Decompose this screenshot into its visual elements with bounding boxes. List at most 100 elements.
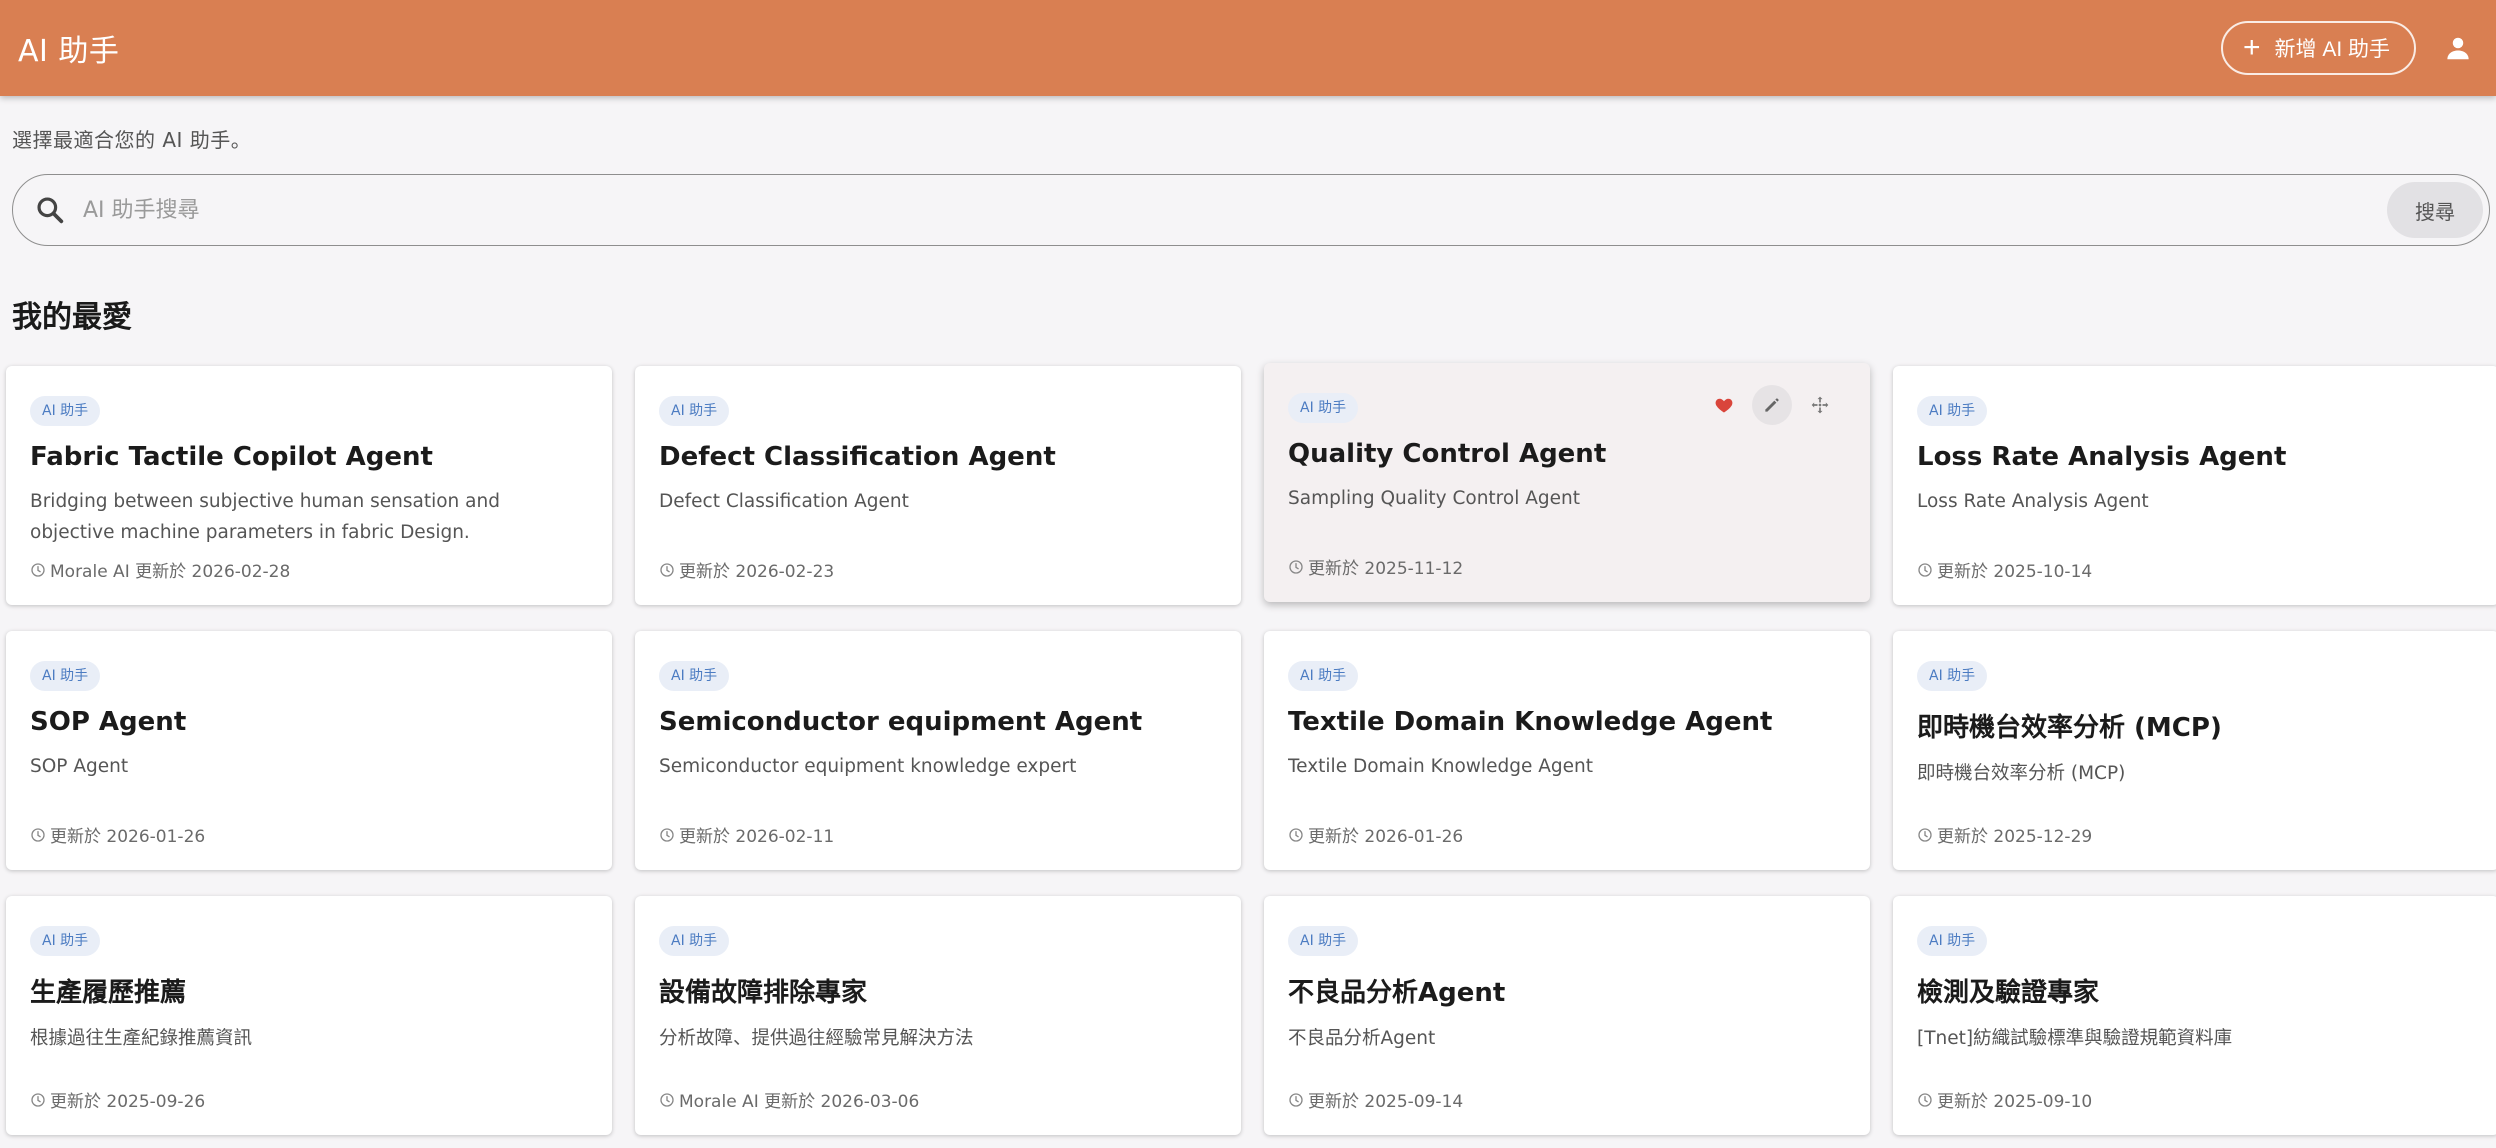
search-input[interactable] — [81, 196, 2387, 224]
agent-card-updated: Morale AI 更新於 2026-02-28 — [30, 557, 290, 582]
clock-icon — [30, 1092, 46, 1108]
clock-icon — [659, 827, 675, 843]
agent-card-actions — [1704, 385, 1840, 425]
agent-card[interactable]: AI 助手 Fabric Tactile Copilot Agent Bridg… — [6, 366, 612, 605]
agent-card-updated: 更新於 2025-09-14 — [1288, 1087, 1463, 1112]
agent-card[interactable]: AI 助手 設備故障排除專家 分析故障、提供過往經驗常見解決方法 Morale … — [635, 896, 1241, 1135]
agent-card-updated-text: 更新於 2025-09-26 — [50, 1092, 206, 1112]
agent-card-updated-text: 更新於 2026-02-23 — [679, 562, 835, 582]
app-header: AI 助手 + 新增 AI 助手 — [0, 0, 2496, 96]
plus-icon: + — [2242, 31, 2261, 64]
agent-card-updated-text: 更新於 2026-01-26 — [1308, 827, 1464, 847]
clock-icon — [1288, 559, 1304, 575]
agent-card-description: 根據過往生產紀錄推薦資訊 — [30, 1028, 253, 1049]
page-subtitle: 選擇最適合您的 AI 助手。 — [12, 128, 252, 152]
agent-card-title: Quality Control Agent — [1288, 439, 1607, 469]
agent-type-tag: AI 助手 — [1917, 396, 1988, 426]
agent-card-title: 設備故障排除專家 — [659, 978, 868, 1008]
clock-icon — [30, 827, 46, 843]
clock-icon — [1288, 827, 1304, 843]
agent-card-updated-text: 更新於 2025-10-14 — [1937, 562, 2093, 582]
agent-card-description: 分析故障、提供過往經驗常見解決方法 — [659, 1028, 974, 1049]
agent-type-tag: AI 助手 — [659, 926, 730, 956]
clock-icon — [659, 1092, 675, 1108]
favorites-section-title: 我的最愛 — [12, 300, 132, 335]
search-bar: 搜尋 — [12, 174, 2490, 246]
agent-card-title: Defect Classification Agent — [659, 442, 1056, 472]
agent-card-description: Textile Domain Knowledge Agent — [1288, 756, 1593, 777]
search-button[interactable]: 搜尋 — [2387, 182, 2483, 238]
agent-card[interactable]: AI 助手 Semiconductor equipment Agent Semi… — [635, 631, 1241, 870]
agent-card[interactable]: AI 助手 Defect Classification Agent Defect… — [635, 366, 1241, 605]
agent-card-updated-text: Morale AI 更新於 2026-03-06 — [679, 1092, 920, 1112]
agent-card[interactable]: AI 助手 Textile Domain Knowledge Agent Tex… — [1264, 631, 1870, 870]
agent-card-updated: 更新於 2025-10-14 — [1917, 557, 2092, 582]
clock-icon — [1288, 1092, 1304, 1108]
agent-type-tag: AI 助手 — [1917, 661, 1988, 691]
agent-card-description: Loss Rate Analysis Agent — [1917, 491, 2149, 512]
favorites-card-grid: AI 助手 Fabric Tactile Copilot Agent Bridg… — [6, 363, 2496, 1135]
agent-card-title: 檢測及驗證專家 — [1917, 978, 2100, 1008]
agent-card-title: Semiconductor equipment Agent — [659, 707, 1143, 737]
agent-card-title: SOP Agent — [30, 707, 187, 737]
clock-icon — [1917, 562, 1933, 578]
user-account-icon[interactable] — [2438, 28, 2478, 68]
edit-pencil-icon[interactable] — [1752, 385, 1792, 425]
agent-card[interactable]: AI 助手 SOP Agent SOP Agent 更新於 2026-01-26 — [6, 631, 612, 870]
agent-card-updated: 更新於 2025-11-12 — [1288, 554, 1463, 579]
agent-card-description: Defect Classification Agent — [659, 491, 909, 512]
clock-icon — [1917, 827, 1933, 843]
agent-card-updated-text: Morale AI 更新於 2026-02-28 — [50, 562, 291, 582]
agent-card-updated-text: 更新於 2025-09-14 — [1308, 1092, 1464, 1112]
agent-card-updated: 更新於 2025-09-26 — [30, 1087, 205, 1112]
agent-card-updated: Morale AI 更新於 2026-03-06 — [659, 1087, 919, 1112]
add-button-label: 新增 AI 助手 — [2274, 38, 2390, 61]
agent-card[interactable]: AI 助手 生產履歷推薦 根據過往生產紀錄推薦資訊 更新於 2025-09-26 — [6, 896, 612, 1135]
app-title: AI 助手 — [18, 34, 120, 69]
agent-card-description: [Tnet]紡織試驗標準與驗證規範資料庫 — [1917, 1028, 2233, 1049]
agent-card-updated-text: 更新於 2026-02-11 — [679, 827, 835, 847]
agent-card-updated: 更新於 2026-02-11 — [659, 822, 834, 847]
agent-card[interactable]: AI 助手 Loss Rate Analysis Agent Loss Rate… — [1893, 366, 2496, 605]
add-ai-assistant-button[interactable]: + 新增 AI 助手 — [2220, 21, 2416, 75]
agent-card-title: 不良品分析Agent — [1288, 978, 1506, 1008]
agent-card-updated-text: 更新於 2026-01-26 — [50, 827, 206, 847]
agent-card-title: Fabric Tactile Copilot Agent — [30, 442, 433, 472]
agent-card-updated: 更新於 2026-01-26 — [30, 822, 205, 847]
agent-card-updated: 更新於 2026-01-26 — [1288, 822, 1463, 847]
agent-card[interactable]: AI 助手 不良品分析Agent 不良品分析Agent 更新於 2025-09-… — [1264, 896, 1870, 1135]
agent-card[interactable]: AI 助手 即時機台效率分析 (MCP) 即時機台效率分析 (MCP) 更新於 … — [1893, 631, 2496, 870]
agent-card-updated-text: 更新於 2025-09-10 — [1937, 1092, 2093, 1112]
agent-card-updated: 更新於 2025-12-29 — [1917, 822, 2092, 847]
search-icon — [33, 193, 67, 227]
agent-card-title: Loss Rate Analysis Agent — [1917, 442, 2287, 472]
agent-card-description: 不良品分析Agent — [1288, 1028, 1436, 1049]
clock-icon — [1917, 1092, 1933, 1108]
agent-card-updated: 更新於 2025-09-10 — [1917, 1087, 2092, 1112]
drag-move-icon[interactable] — [1800, 385, 1840, 425]
agent-card-description: SOP Agent — [30, 756, 129, 777]
agent-card-description: Bridging between subjective human sensat… — [30, 491, 500, 543]
clock-icon — [659, 562, 675, 578]
agent-type-tag: AI 助手 — [30, 926, 101, 956]
agent-type-tag: AI 助手 — [1288, 661, 1359, 691]
agent-type-tag: AI 助手 — [659, 661, 730, 691]
agent-card-title: 生產履歷推薦 — [30, 978, 187, 1008]
agent-type-tag: AI 助手 — [1917, 926, 1988, 956]
agent-type-tag: AI 助手 — [1288, 926, 1359, 956]
agent-card[interactable]: AI 助手 Quality Control Agent Sampling Qua… — [1264, 363, 1870, 602]
agent-card-description: 即時機台效率分析 (MCP) — [1917, 763, 2126, 784]
agent-type-tag: AI 助手 — [1288, 393, 1359, 423]
agent-type-tag: AI 助手 — [659, 396, 730, 426]
agent-card[interactable]: AI 助手 檢測及驗證專家 [Tnet]紡織試驗標準與驗證規範資料庫 更新於 2… — [1893, 896, 2496, 1135]
agent-type-tag: AI 助手 — [30, 396, 101, 426]
agent-card-updated: 更新於 2026-02-23 — [659, 557, 834, 582]
favorite-heart-icon[interactable] — [1704, 385, 1744, 425]
agent-card-updated-text: 更新於 2025-11-12 — [1308, 559, 1464, 579]
agent-card-title: Textile Domain Knowledge Agent — [1288, 707, 1773, 737]
agent-card-updated-text: 更新於 2025-12-29 — [1937, 827, 2093, 847]
agent-card-description: Sampling Quality Control Agent — [1288, 488, 1580, 509]
clock-icon — [30, 562, 46, 578]
agent-type-tag: AI 助手 — [30, 661, 101, 691]
header-actions: + 新增 AI 助手 — [2220, 21, 2478, 75]
